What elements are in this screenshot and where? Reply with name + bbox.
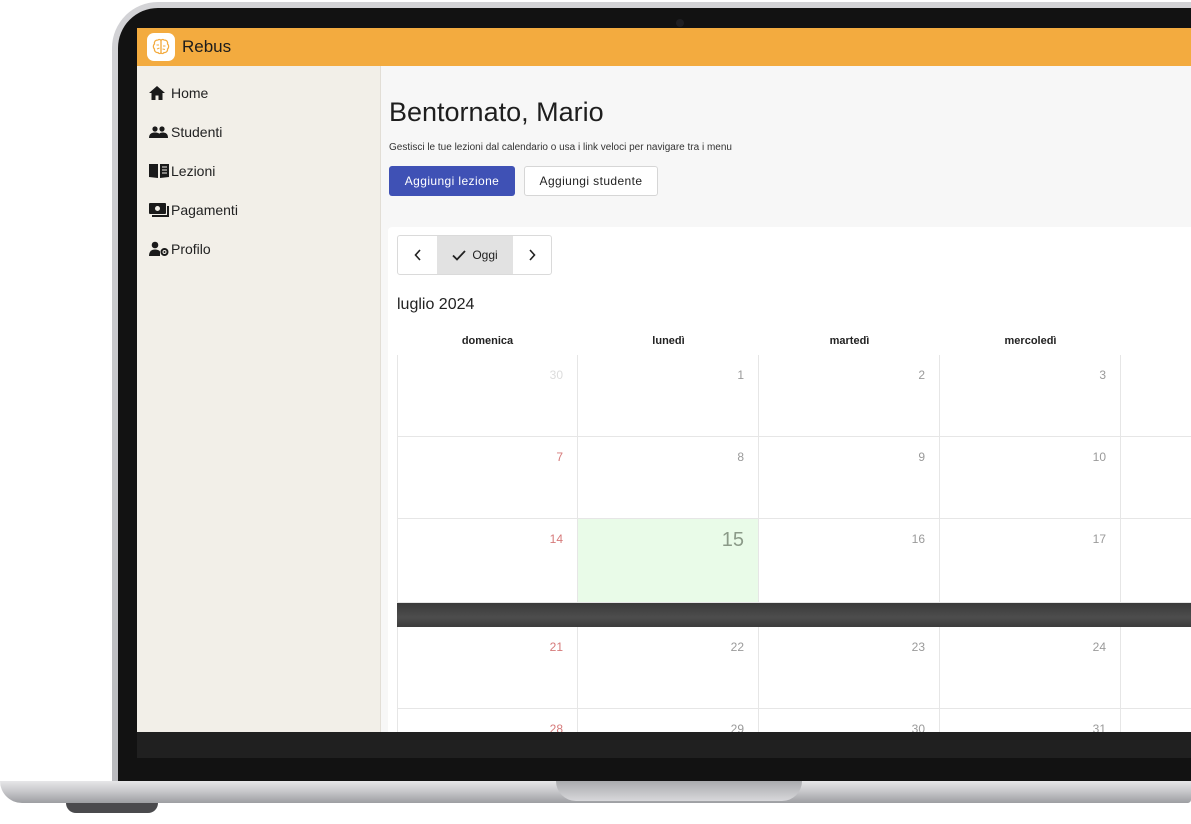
day-number: 30 [549,368,563,382]
page-subtitle: Gestisci le tue lezioni dal calendario o… [389,142,732,153]
day-cell[interactable]: 22 [578,627,759,709]
calendar: Oggi luglio 2024 domenica lunedì martedì… [388,227,1191,732]
profile-settings-icon [149,241,171,257]
today-button[interactable]: Oggi [437,236,513,274]
sidebar-item-label: Pagamenti [171,201,238,218]
day-number: 22 [730,640,744,654]
webcam [676,19,684,27]
day-number: 17 [1092,532,1106,546]
laptop-opening-notch [556,781,802,801]
day-number: 1 [737,368,744,382]
chevron-left-icon [414,249,421,261]
weekday-label: lunedì [652,335,685,347]
day-cell[interactable]: 30 [759,709,940,732]
day-cell[interactable]: 9 [759,437,940,519]
weekday-label: mercoledì [1004,335,1057,347]
home-icon [149,85,171,101]
laptop-foot [66,803,158,813]
sidebar-item-studenti[interactable]: Studenti [137,112,380,151]
sidebar-item-pagamenti[interactable]: Pagamenti [137,190,380,229]
day-cell[interactable]: 10 [940,437,1121,519]
brain-icon [152,38,170,55]
day-cell[interactable] [1121,355,1191,437]
screen-bottom-bar [137,732,1191,758]
today-label: Oggi [472,248,498,262]
weekday-label: domenica [461,335,514,347]
sidebar-item-profilo[interactable]: Profilo [137,229,380,268]
book-icon [149,163,171,179]
day-cell[interactable]: 14 [397,519,578,603]
day-cell-today[interactable]: 15 [578,519,759,603]
weekday-header: domenica lunedì martedì mercoledì [397,335,1191,355]
top-app-bar: Rebus [137,28,1191,66]
calendar-toolbar: Oggi [397,235,552,275]
month-label: luglio 2024 [397,296,475,313]
app-screen: Rebus Home Studenti Lezioni Pagamenti Pr… [137,28,1191,732]
sidebar-item-label: Home [171,84,209,101]
sidebar-item-home[interactable]: Home [137,73,380,112]
add-lesson-button[interactable]: Aggiungi lezione [389,166,515,196]
day-cell[interactable] [1121,709,1191,732]
day-cell[interactable]: 1 [578,355,759,437]
sidebar-item-label: Lezioni [171,162,216,179]
day-cell[interactable] [1121,437,1191,519]
main-content: Bentornato, Mario Gestisci le tue lezion… [381,66,1191,732]
day-cell[interactable]: 30 [397,355,578,437]
weekday-label: martedì [829,335,870,347]
day-cell[interactable]: 7 [397,437,578,519]
sidebar-item-lezioni[interactable]: Lezioni [137,151,380,190]
day-number: 28 [549,722,563,732]
next-month-button[interactable] [513,236,552,274]
day-number: 14 [549,532,563,546]
sidebar-item-label: Profilo [171,240,211,257]
day-number: 31 [1092,722,1106,732]
sidebar-item-label: Studenti [171,123,223,140]
app-logo[interactable] [147,33,175,61]
day-number: 2 [918,368,925,382]
payment-icon [149,202,171,218]
day-cell[interactable]: 17 [940,519,1121,603]
day-number: 30 [911,722,925,732]
day-cell[interactable]: 31 [940,709,1121,732]
horizontal-scroll-band[interactable] [397,603,1191,627]
day-number: 29 [730,722,744,732]
day-cell[interactable]: 29 [578,709,759,732]
day-cell[interactable]: 3 [940,355,1121,437]
chevron-right-icon [529,249,536,261]
day-number: 3 [1099,368,1106,382]
day-cell[interactable] [1121,627,1191,709]
add-student-button[interactable]: Aggiungi studente [524,166,658,196]
day-cell[interactable]: 28 [397,709,578,732]
day-number: 9 [918,450,925,464]
day-number: 15 [721,529,744,551]
day-number: 23 [911,640,925,654]
day-cell[interactable]: 23 [759,627,940,709]
day-number: 16 [911,532,925,546]
day-number: 8 [737,450,744,464]
day-number: 10 [1092,450,1106,464]
day-number: 21 [549,640,563,654]
day-cell[interactable]: 2 [759,355,940,437]
check-icon [452,249,466,261]
app-title: Rebus [182,37,232,56]
day-cell[interactable]: 8 [578,437,759,519]
day-cell[interactable]: 16 [759,519,940,603]
day-cell[interactable]: 21 [397,627,578,709]
calendar-grid: 30 1 2 3 7 8 9 10 14 15 16 17 21 22 23 2… [397,355,1191,732]
sidebar: Home Studenti Lezioni Pagamenti Profilo [137,66,381,732]
users-icon [149,124,171,140]
day-cell[interactable]: 24 [940,627,1121,709]
day-cell[interactable] [1121,519,1191,603]
page-title: Bentornato, Mario [389,97,604,127]
prev-month-button[interactable] [398,236,437,274]
day-number: 24 [1092,640,1106,654]
day-number: 7 [556,450,563,464]
